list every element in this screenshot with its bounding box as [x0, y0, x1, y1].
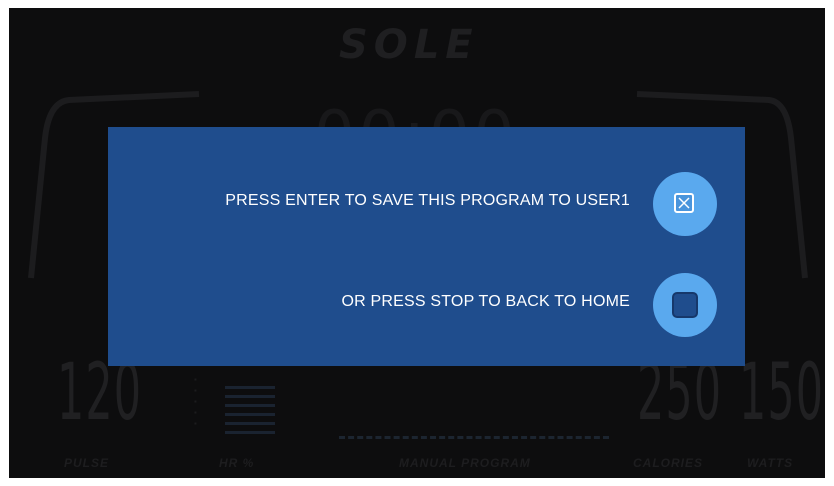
program-profile [339, 436, 609, 442]
stop-prompt-text: OR PRESS STOP TO BACK TO HOME [341, 293, 630, 310]
hr-level-bars [225, 386, 275, 440]
stop-button[interactable] [653, 273, 717, 337]
console-screen: SOLE 00:00 120 PULSE ▪▪▪▪▪ HR % MANUAL P… [9, 8, 825, 478]
watts-label: WATTS [747, 456, 794, 470]
stop-square-icon [672, 292, 698, 318]
hr-level-scale: ▪ ▪ ▪ ▪ ▪ [194, 375, 197, 428]
enter-x-icon [674, 193, 694, 213]
enter-button[interactable] [653, 172, 717, 236]
calories-label: CALORIES [633, 456, 704, 470]
save-program-dialog: PRESS ENTER TO SAVE THIS PROGRAM TO USER… [108, 127, 745, 366]
program-label: MANUAL PROGRAM [399, 456, 531, 470]
save-prompt-text: PRESS ENTER TO SAVE THIS PROGRAM TO USER… [225, 192, 630, 209]
pulse-label: PULSE [64, 456, 110, 470]
hr-label: HR % [219, 456, 255, 470]
watts-value: 150 [739, 348, 825, 438]
